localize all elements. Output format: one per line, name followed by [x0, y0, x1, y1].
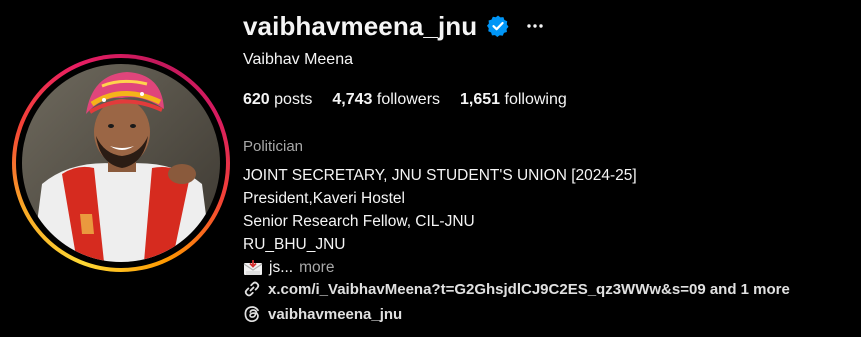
threads-handle: vaibhavmeena_jnu: [268, 305, 403, 323]
posts-label: posts: [269, 91, 313, 108]
bio-line: President,Kaveri Hostel: [243, 190, 405, 207]
full-name: Vaibhav Meena: [243, 51, 353, 68]
profile-stats: 620 posts 4,743 followers 1,651 followin…: [243, 91, 587, 109]
followers-stat[interactable]: 4,743 followers: [332, 91, 440, 109]
bio-line: RU_BHU_JNU: [243, 236, 346, 253]
bio-more-button[interactable]: more: [299, 256, 334, 279]
followers-count: 4,743: [332, 91, 373, 108]
followers-label: followers: [372, 91, 441, 108]
bio-line: Senior Research Fellow, CIL-JNU: [243, 213, 475, 230]
threads-link[interactable]: vaibhavmeena_jnu: [243, 305, 402, 323]
posts-stat[interactable]: 620 posts: [243, 91, 312, 109]
email-icon: [243, 259, 263, 276]
posts-count: 620: [243, 91, 270, 108]
external-link[interactable]: x.com/i_VaibhavMeena?t=G2GhsjdlCJ9C2ES_q…: [243, 280, 790, 298]
bio: JOINT SECRETARY, JNU STUDENT'S UNION [20…: [243, 164, 637, 279]
bio-line: JOINT SECRETARY, JNU STUDENT'S UNION [20…: [243, 167, 637, 184]
more-options-icon[interactable]: [526, 17, 544, 35]
bio-truncated-line: js... more: [243, 256, 637, 279]
following-label: following: [500, 91, 567, 108]
following-count: 1,651: [460, 91, 501, 108]
external-link-text: x.com/i_VaibhavMeena?t=G2GhsjdlCJ9C2ES_q…: [268, 280, 790, 298]
verified-badge-icon: [486, 14, 510, 38]
avatar-image: [22, 64, 220, 262]
avatar-story-ring[interactable]: [12, 54, 230, 272]
username-row: vaibhavmeena_jnu: [243, 10, 544, 42]
link-icon: [243, 280, 261, 298]
threads-icon: [243, 305, 261, 323]
following-stat[interactable]: 1,651 following: [460, 91, 567, 109]
profile-header: vaibhavmeena_jnu Vaibhav Meena 620 posts…: [0, 0, 861, 337]
avatar[interactable]: [22, 64, 220, 262]
profile-category: Politician: [243, 138, 304, 155]
bio-truncated-text: js...: [269, 259, 294, 276]
username: vaibhavmeena_jnu: [243, 10, 478, 41]
